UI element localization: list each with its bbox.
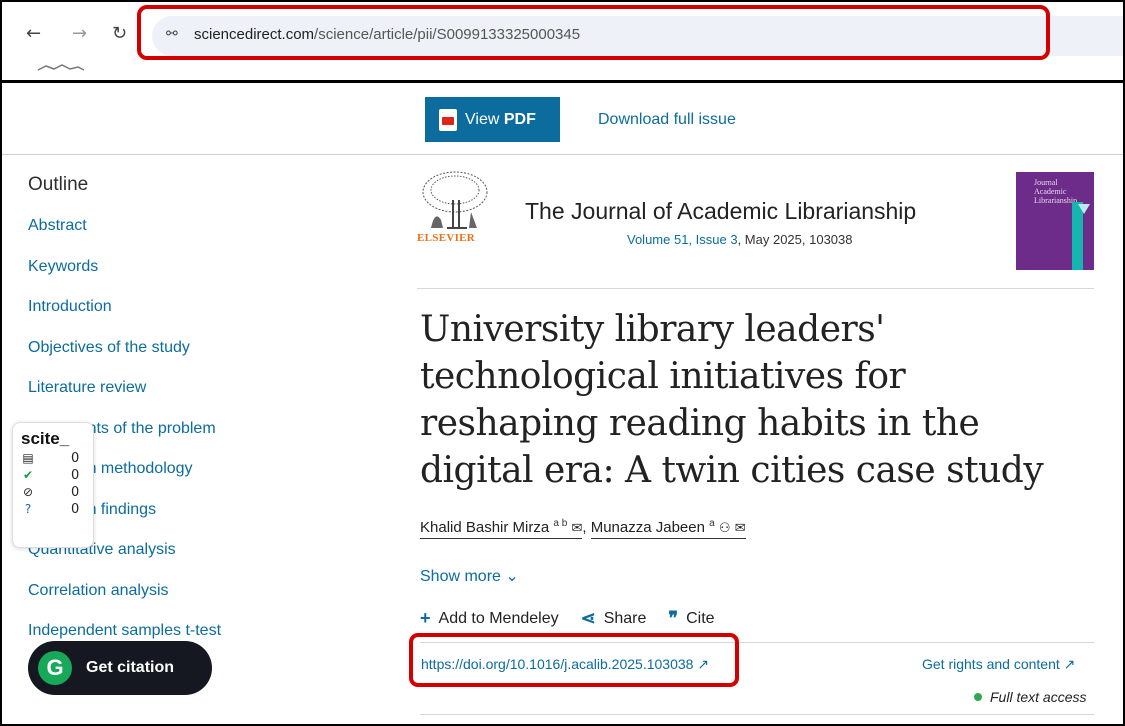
question-circle-icon: ? <box>24 502 32 516</box>
document-icon: ▤ <box>22 451 34 465</box>
author-link[interactable]: Munazza Jabeen a ⚇ ✉ <box>590 518 746 539</box>
external-link-icon: ↗ <box>1063 656 1076 672</box>
get-citation-label: Get citation <box>86 659 175 676</box>
url-highlight-box <box>137 5 1050 60</box>
reload-icon[interactable]: ↻ <box>112 24 127 44</box>
journal-cover-text: Journal Academic Librarianship <box>1034 178 1078 205</box>
article-action-bar: View PDF Download full issue <box>2 83 1123 155</box>
journal-title[interactable]: The Journal of Academic Librarianship <box>525 198 916 225</box>
journal-cover-thumbnail[interactable]: Journal Academic Librarianship <box>1016 172 1094 270</box>
person-icon: ⚇ <box>718 520 731 535</box>
grammarly-g-icon: G <box>38 651 72 685</box>
journal-header: ELSEVIER The Journal of Academic Librari… <box>417 170 1094 290</box>
browser-toolbar: ← → ↻ ⚯ sciencedirect.com/science/articl… <box>2 2 1123 62</box>
quote-icon: ❞ <box>668 608 679 628</box>
scite-logo: scite_ <box>21 429 70 448</box>
author-list: Khalid Bashir Mirza a b ✉, Munazza Jabee… <box>420 518 746 539</box>
scite-row-supporting[interactable]: ✔ 0 <box>21 467 85 483</box>
plus-icon: + <box>420 608 431 628</box>
add-to-mendeley-button[interactable]: + Add to Mendeley <box>420 608 559 629</box>
download-full-issue-link[interactable]: Download full issue <box>598 111 736 129</box>
doi-highlight-box <box>409 633 739 687</box>
journal-header-divider <box>417 288 1094 289</box>
elsevier-wordmark: ELSEVIER <box>417 232 476 244</box>
get-rights-link[interactable]: Get rights and content ↗ <box>922 656 1075 673</box>
outline-item-literature-review[interactable]: Literature review <box>28 378 358 419</box>
volume-issue-link[interactable]: Volume 51, Issue 3 <box>627 232 738 247</box>
back-arrow-icon[interactable]: ← <box>26 24 41 44</box>
email-icon: ✉ <box>734 520 746 535</box>
view-pdf-label: View PDF <box>465 110 536 128</box>
share-icon: ⋖ <box>580 608 596 628</box>
forward-arrow-icon[interactable]: → <box>72 24 87 44</box>
journal-volume-info: Volume 51, Issue 3, May 2025, 103038 <box>627 232 853 247</box>
outline-item-objectives[interactable]: Objectives of the study <box>28 338 358 379</box>
article-tools: + Add to Mendeley ⋖ Share ❞ Cite <box>420 608 715 629</box>
bottom-divider <box>420 714 1094 715</box>
cover-triangle-decoration <box>1078 204 1090 214</box>
check-circle-icon: ✔ <box>22 468 34 482</box>
scite-row-contrasting[interactable]: ? 0 <box>21 501 85 517</box>
author-link[interactable]: Khalid Bashir Mirza a b ✉ <box>420 518 583 539</box>
cite-button[interactable]: ❞ Cite <box>668 608 714 629</box>
chevron-down-icon: ⌄ <box>505 568 519 585</box>
outline-item-abstract[interactable]: Abstract <box>28 216 358 257</box>
access-dot-icon <box>974 693 982 701</box>
email-icon: ✉ <box>571 520 583 535</box>
article-title: University library leaders' technologica… <box>420 309 1044 491</box>
outline-item-keywords[interactable]: Keywords <box>28 257 358 298</box>
slash-circle-icon: ⊘ <box>22 485 34 499</box>
pdf-icon <box>439 108 457 131</box>
outline-item-introduction[interactable]: Introduction <box>28 297 358 338</box>
screenshot-frame: ← → ↻ ⚯ sciencedirect.com/science/articl… <box>0 0 1125 726</box>
header-logo-fragment <box>36 62 96 74</box>
share-button[interactable]: ⋖ Share <box>581 608 647 629</box>
full-text-access-badge: Full text access <box>974 689 1086 705</box>
show-more-button[interactable]: Show more ⌄ <box>420 566 519 586</box>
scite-widget[interactable]: scite_ ▤ 0 ✔ 0 ⊘ 0 ? 0 <box>12 422 94 548</box>
outline-item-correlation[interactable]: Correlation analysis <box>28 581 358 622</box>
scite-row-publications[interactable]: ▤ 0 <box>21 450 85 466</box>
scite-row-mentioning[interactable]: ⊘ 0 <box>21 484 85 500</box>
view-pdf-button[interactable]: View PDF <box>425 97 560 142</box>
outline-title: Outline <box>28 174 89 195</box>
get-citation-button[interactable]: G Get citation <box>28 641 212 695</box>
